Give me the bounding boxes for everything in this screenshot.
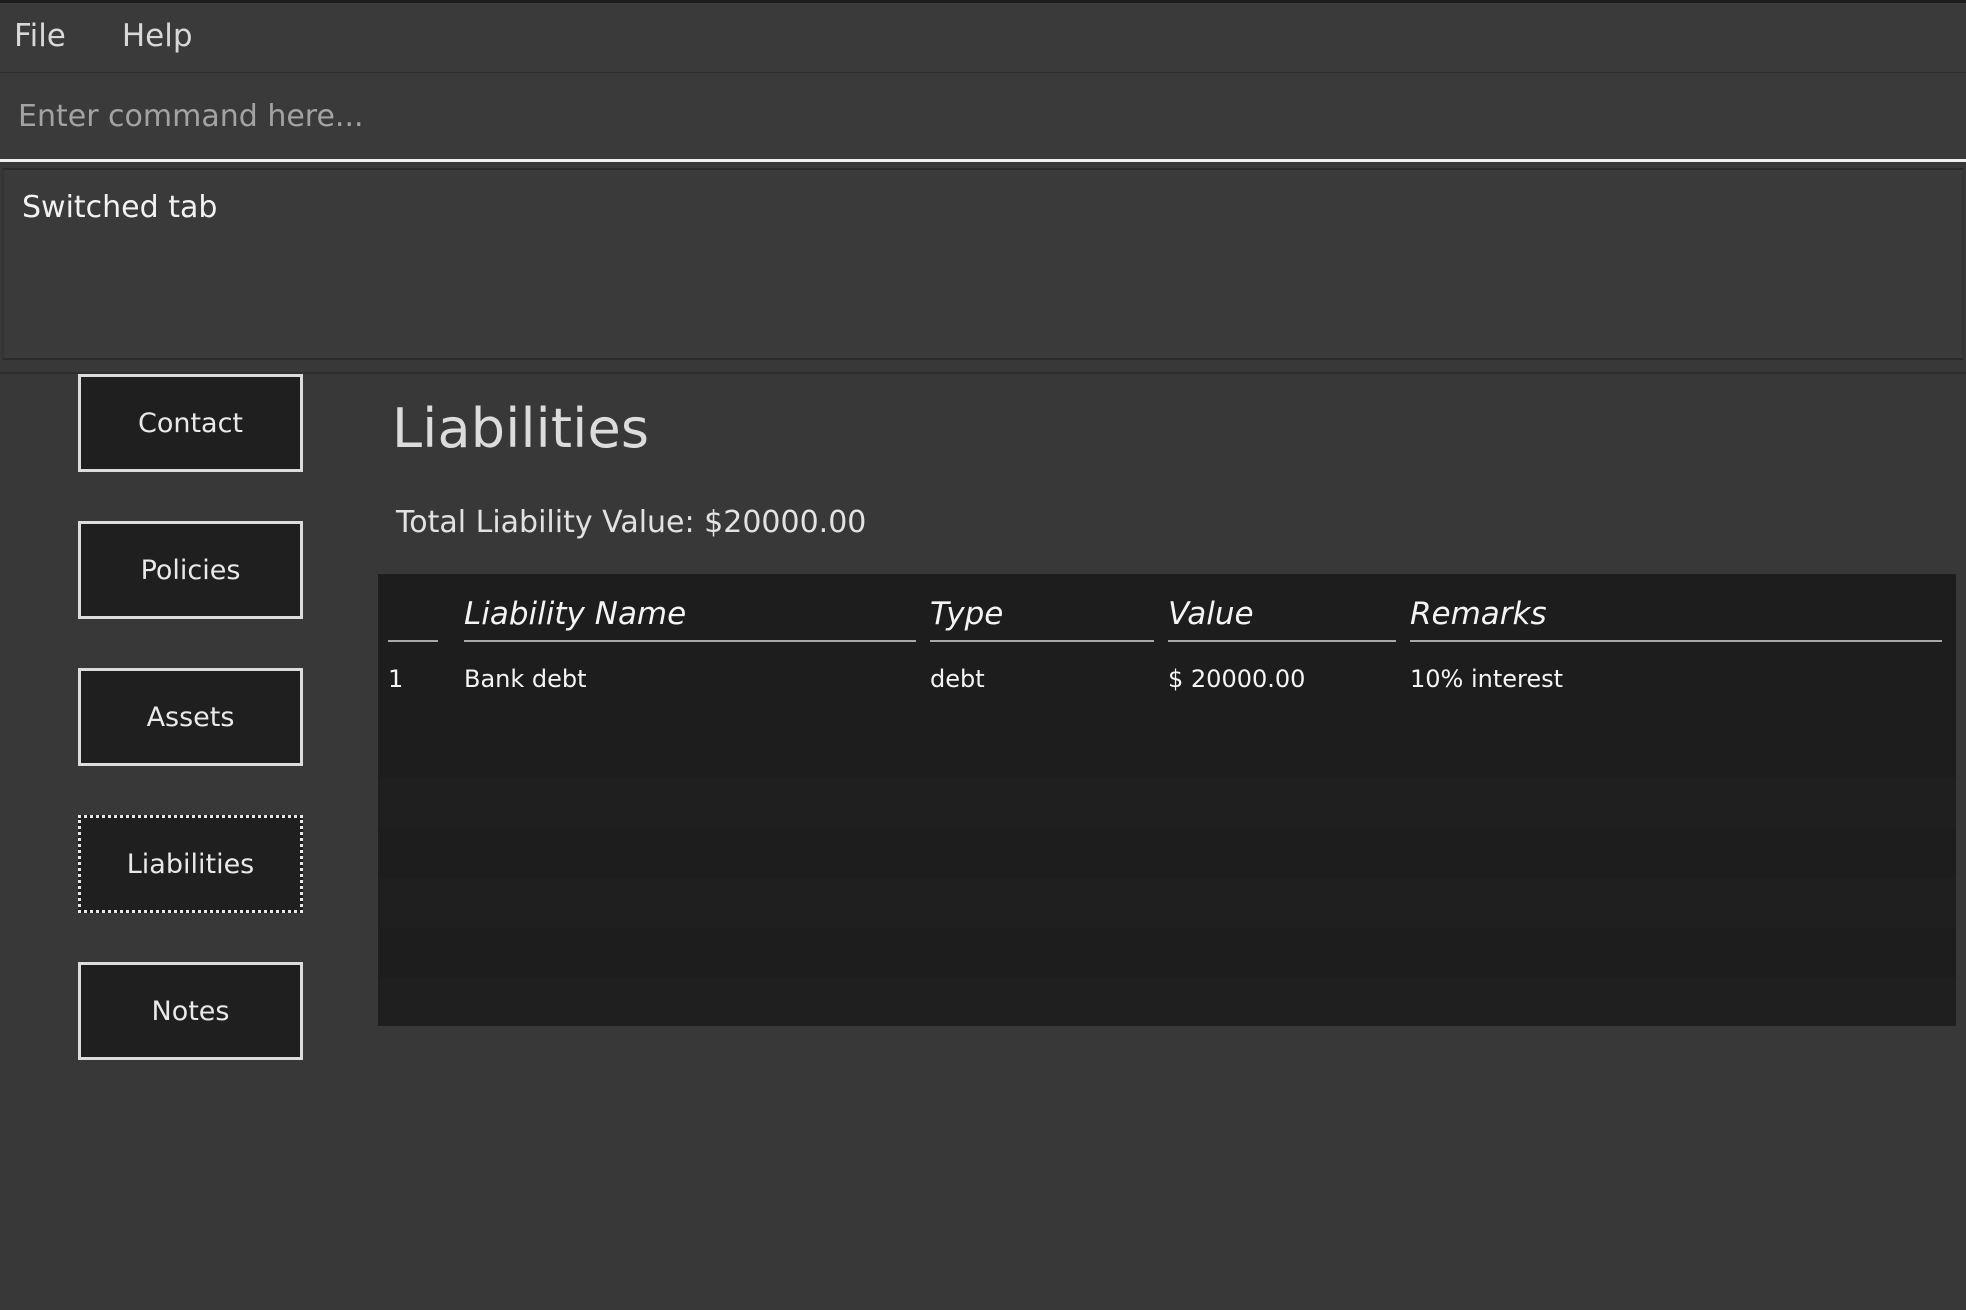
sidebar-item-contact[interactable]: Contact (78, 374, 303, 472)
command-input-container (0, 73, 1966, 162)
total-liability-value: Total Liability Value: $20000.00 (396, 505, 867, 540)
cell-type: debt (930, 665, 985, 693)
liabilities-table: Liability Name Type Value Remarks 1 Bank… (378, 574, 1956, 708)
column-header-remarks[interactable]: Remarks (1410, 574, 1956, 652)
table-header-row: Liability Name Type Value Remarks (378, 574, 1956, 652)
content-area: Contact Policies Assets Liabilities Note… (0, 372, 1966, 1310)
column-header-index[interactable] (378, 574, 464, 652)
menu-item-help[interactable]: Help (108, 17, 215, 58)
sidebar: Contact Policies Assets Liabilities Note… (0, 374, 378, 1310)
table-header: Liability Name Type Value Remarks (378, 574, 1956, 652)
sidebar-item-notes[interactable]: Notes (78, 962, 303, 1060)
sidebar-item-liabilities[interactable]: Liabilities (78, 815, 303, 913)
table-row[interactable]: 1 Bank debt debt $ 20000.00 10% interest (378, 652, 1956, 708)
result-display: Switched tab (2, 168, 1964, 360)
menu-item-file[interactable]: File (14, 17, 88, 58)
application-window: File Help Switched tab Contact Policies … (0, 0, 1966, 1310)
page-title: Liabilities (392, 397, 650, 460)
column-header-type[interactable]: Type (930, 574, 1168, 652)
liabilities-table-panel[interactable]: Liability Name Type Value Remarks 1 Bank… (378, 574, 1956, 1026)
cell-value: $ 20000.00 (1168, 665, 1306, 693)
result-message: Switched tab (22, 190, 218, 225)
cell-liability-name: Bank debt (464, 665, 587, 693)
column-header-value[interactable]: Value (1168, 574, 1410, 652)
table-body: 1 Bank debt debt $ 20000.00 10% interest (378, 652, 1956, 708)
result-display-container: Switched tab (0, 162, 1966, 372)
menu-bar: File Help (0, 3, 1966, 73)
command-input[interactable] (0, 73, 1966, 159)
sidebar-item-assets[interactable]: Assets (78, 668, 303, 766)
sidebar-item-policies[interactable]: Policies (78, 521, 303, 619)
cell-remarks: 10% interest (1410, 665, 1564, 693)
column-header-liability-name[interactable]: Liability Name (464, 574, 930, 652)
main-panel: Liabilities Total Liability Value: $2000… (378, 374, 1966, 1310)
cell-index: 1 (388, 665, 404, 693)
